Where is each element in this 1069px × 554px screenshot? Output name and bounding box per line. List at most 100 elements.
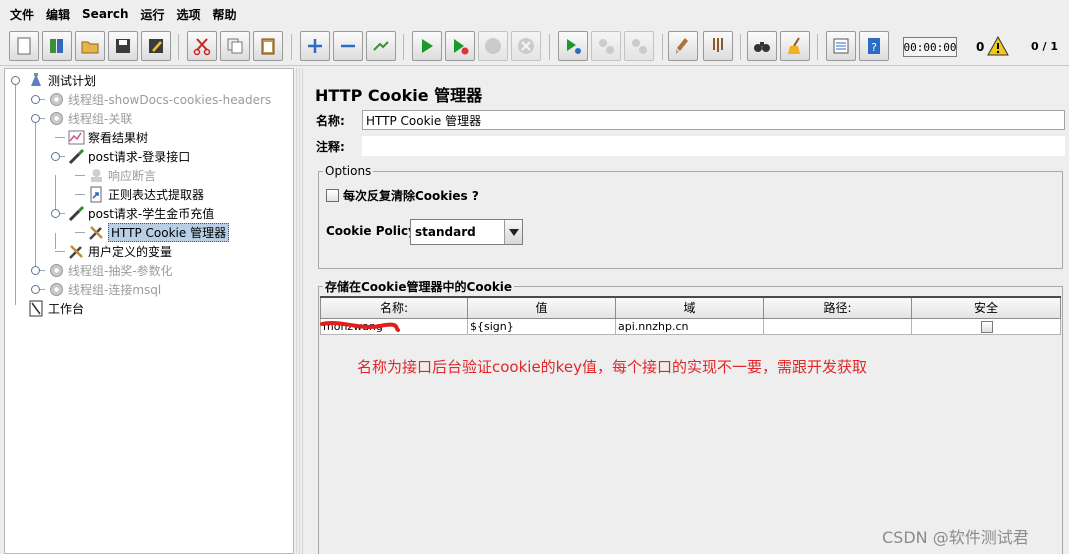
tree-toggle-handle[interactable] (11, 76, 20, 85)
clear-button[interactable] (668, 31, 698, 61)
tree-toggle-handle[interactable] (51, 152, 60, 161)
svg-text:?: ? (871, 41, 877, 54)
tree-toggle-handle[interactable] (31, 266, 40, 275)
stop-button[interactable] (478, 31, 508, 61)
tree-node[interactable]: 测试计划 (27, 71, 96, 90)
new-button[interactable] (9, 31, 39, 61)
start-no-pause-icon (454, 39, 469, 55)
test-plan-icon (27, 72, 45, 90)
tree-node[interactable]: 线程组-抽奖-参数化 (47, 261, 173, 280)
thread-group-icon (47, 91, 65, 109)
copy-icon (227, 38, 243, 54)
tree-node[interactable]: 线程组-连接msql (47, 280, 161, 299)
remote-stop-button[interactable] (591, 31, 621, 61)
tree-node[interactable]: post请求-登录接口 (67, 147, 190, 166)
column-header-secure[interactable]: 安全 (911, 296, 1061, 319)
toggle-button[interactable] (366, 31, 396, 61)
name-row: 名称: HTTP Cookie 管理器 (314, 109, 1065, 131)
cookie-domain-cell[interactable]: api.nnzhp.cn (615, 317, 764, 335)
save-as-button[interactable] (141, 31, 171, 61)
tree-node[interactable]: 线程组-关联 (47, 109, 132, 128)
column-header-domain[interactable]: 域 (615, 296, 764, 319)
remote-shutdown-icon (632, 39, 647, 54)
config-tool-icon (67, 243, 85, 261)
tree-node[interactable]: 正则表达式提取器 (87, 185, 204, 204)
config-tool-icon (87, 224, 105, 242)
menu-run[interactable]: 运行 (134, 6, 170, 23)
cookie-value-cell[interactable]: ${sign} (467, 317, 616, 335)
search-button[interactable] (747, 31, 777, 61)
help-button[interactable]: ? (859, 31, 889, 61)
start-button[interactable] (412, 31, 442, 61)
cookie-secure-cell[interactable] (911, 317, 1061, 335)
table-row[interactable]: monzwang ${sign} api.nnzhp.cn (320, 317, 1061, 335)
tree-node[interactable]: 线程组-showDocs-cookies-headers (47, 90, 271, 109)
shutdown-button[interactable] (511, 31, 541, 61)
copy-button[interactable] (220, 31, 250, 61)
warning-icon (987, 36, 1009, 56)
tree-node-label: 察看结果树 (88, 131, 149, 145)
split-pane-divider[interactable] (296, 68, 304, 554)
menu-edit[interactable]: 编辑 (40, 6, 76, 23)
paste-button[interactable] (253, 31, 283, 61)
elapsed-timer: 00:00:00 (903, 37, 957, 57)
tree-node[interactable]: 工作台 (27, 299, 84, 318)
templates-icon (50, 39, 63, 53)
sampler-icon (67, 148, 85, 166)
column-header-path[interactable]: 路径: (763, 296, 912, 319)
toolbar: ? 00:00:00 0 0 / 1 (0, 28, 1069, 66)
open-button[interactable] (75, 31, 105, 61)
save-icon (116, 39, 130, 53)
thread-group-icon (47, 262, 65, 280)
name-field[interactable]: HTTP Cookie 管理器 (362, 110, 1065, 130)
tree-toggle-handle[interactable] (31, 285, 40, 294)
menu-options[interactable]: 选项 (171, 6, 207, 23)
column-header-name[interactable]: 名称: (320, 296, 468, 319)
comment-field[interactable] (362, 136, 1065, 156)
cookie-table-header: 名称: 值 域 路径: 安全 (320, 296, 1061, 319)
cut-button[interactable] (187, 31, 217, 61)
remote-start-button[interactable] (558, 31, 588, 61)
search-icon (754, 42, 770, 52)
menu-help[interactable]: 帮助 (207, 6, 243, 23)
reset-search-icon (788, 37, 800, 54)
clear-each-iteration-checkbox[interactable] (326, 189, 339, 202)
remote-stop-icon (599, 39, 614, 54)
tree-node[interactable]: HTTP Cookie 管理器 (87, 223, 230, 242)
cookie-policy-select[interactable]: standard (410, 219, 523, 245)
function-helper-button[interactable] (826, 31, 856, 61)
column-header-value[interactable]: 值 (467, 296, 616, 319)
remote-shutdown-button[interactable] (624, 31, 654, 61)
tree-toggle-handle[interactable] (31, 114, 40, 123)
tree-node[interactable]: 响应断言 (87, 166, 156, 185)
secure-checkbox[interactable] (981, 320, 993, 333)
collapse-button[interactable] (333, 31, 363, 61)
expand-button[interactable] (300, 31, 330, 61)
menu-search[interactable]: Search (76, 7, 134, 21)
expand-icon (308, 39, 322, 53)
templates-button[interactable] (42, 31, 72, 61)
cookie-path-cell[interactable] (763, 317, 912, 335)
start-icon (422, 39, 433, 53)
tree-toggle-handle[interactable] (31, 95, 40, 104)
workbench-icon (27, 300, 45, 318)
start-no-pause-button[interactable] (445, 31, 475, 61)
dropdown-arrow-icon[interactable] (504, 220, 522, 244)
clear-icon (676, 38, 688, 54)
active-threads: 0 / 1 (1031, 40, 1058, 53)
stored-cookies-legend: 存储在Cookie管理器中的Cookie (325, 280, 513, 294)
tree-node[interactable]: 察看结果树 (67, 128, 148, 147)
comment-label: 注释: (316, 139, 345, 154)
tree-node[interactable]: post请求-学生金币充值 (67, 204, 214, 223)
menu-file[interactable]: 文件 (4, 6, 40, 23)
thread-group-icon (47, 281, 65, 299)
tree-node[interactable]: 用户定义的变量 (67, 242, 172, 261)
tree-toggle-handle[interactable] (51, 209, 60, 218)
stop-icon (485, 38, 501, 54)
results-tree-icon (67, 129, 85, 147)
save-button[interactable] (108, 31, 138, 61)
extractor-icon (87, 186, 105, 204)
clear-all-button[interactable] (703, 31, 733, 61)
toggle-icon (373, 41, 389, 51)
reset-search-button[interactable] (780, 31, 810, 61)
